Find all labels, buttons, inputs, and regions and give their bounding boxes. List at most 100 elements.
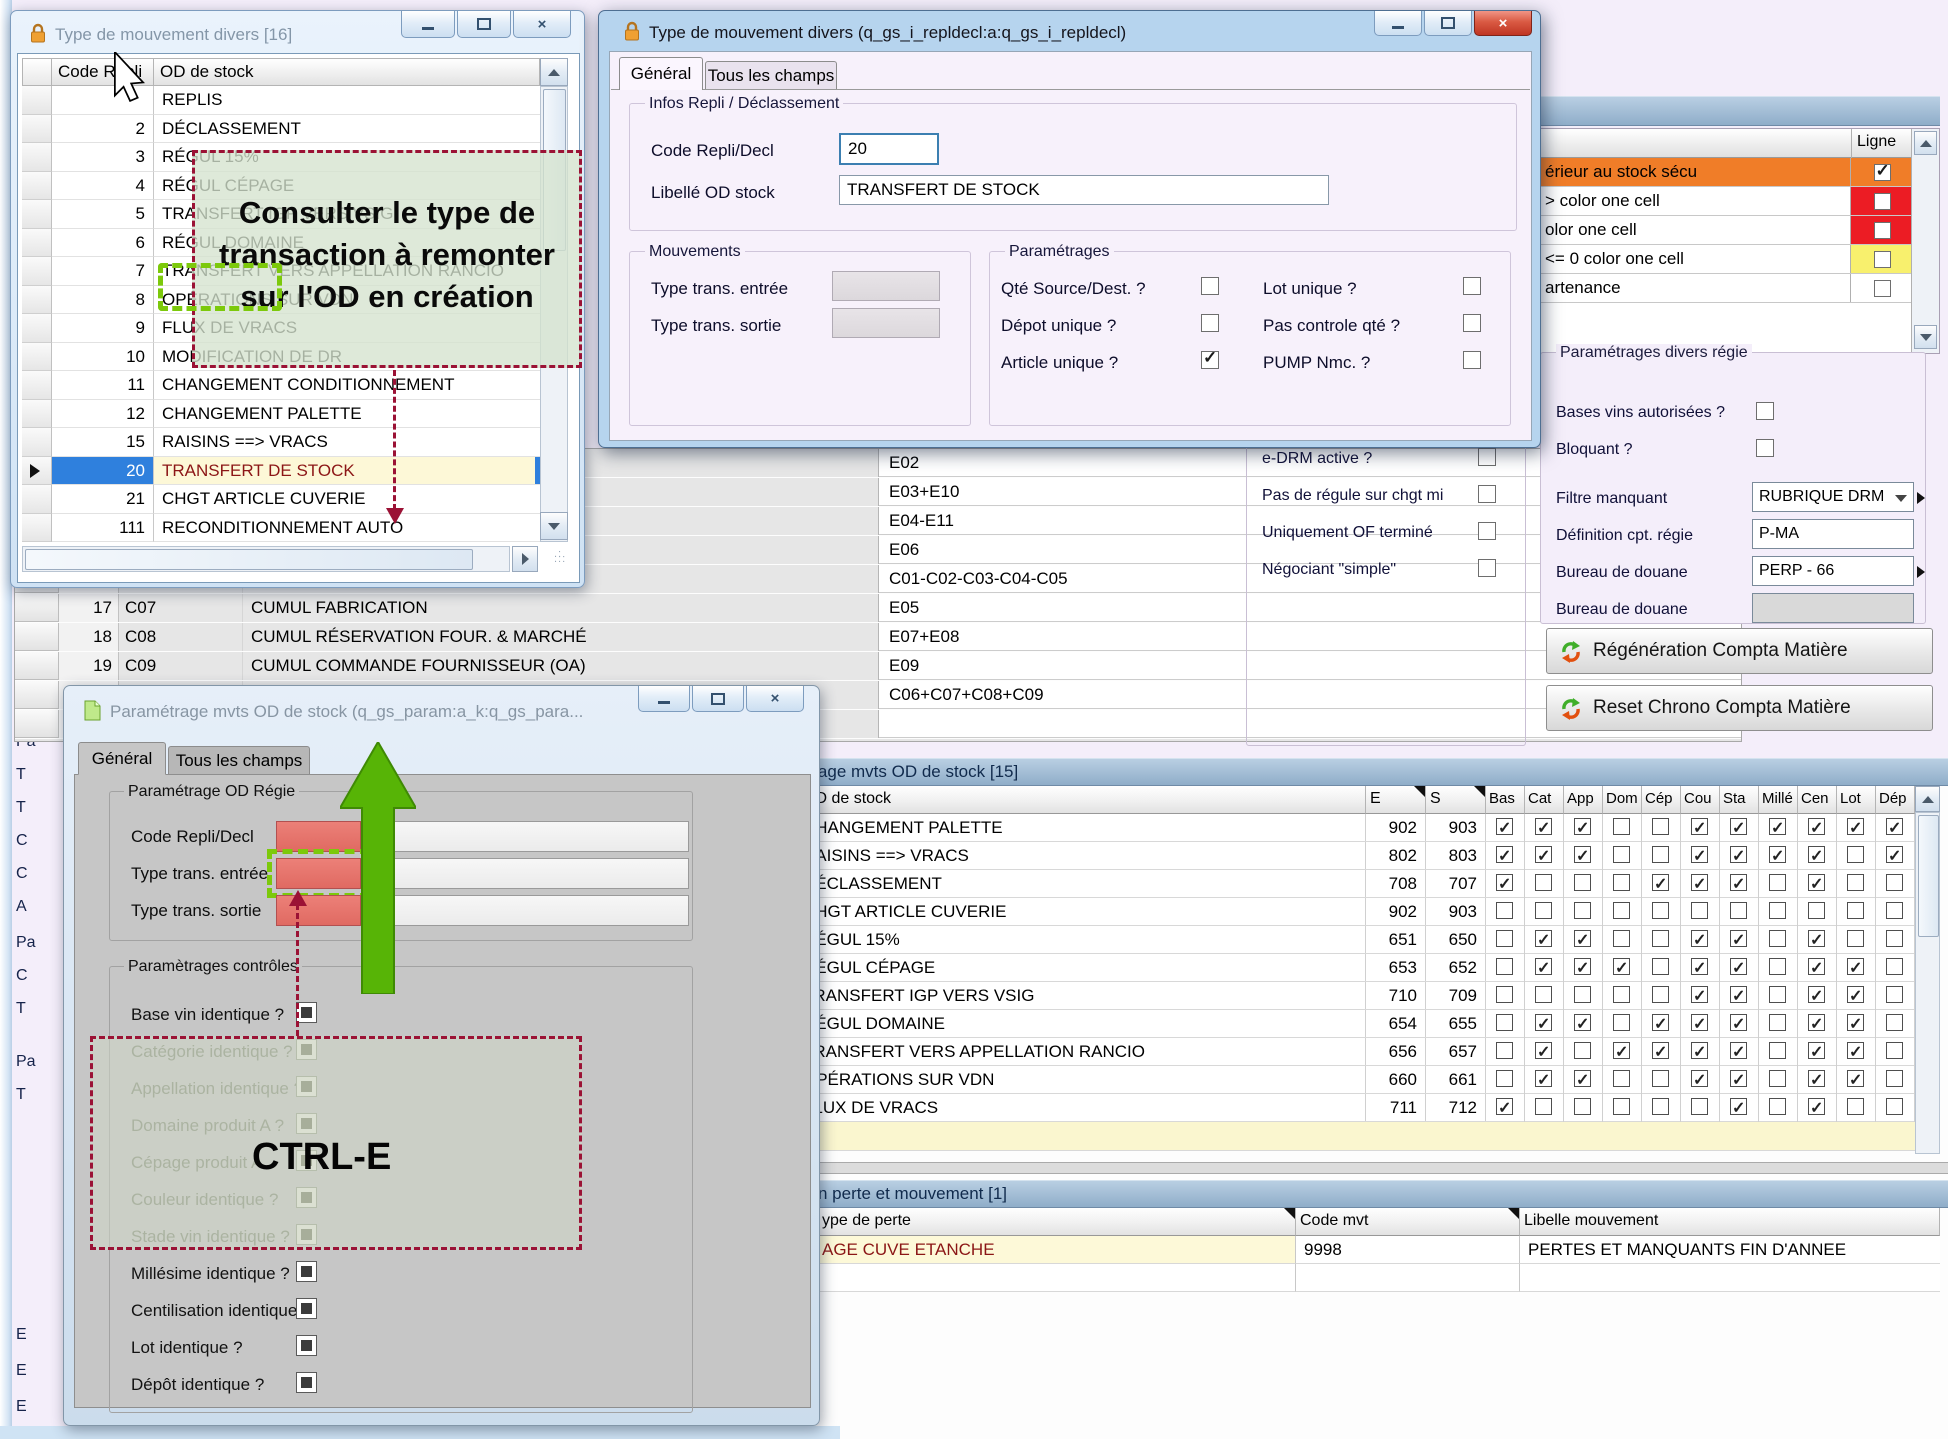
controle-checkbox[interactable] bbox=[296, 1335, 317, 1356]
tab-general[interactable]: Général bbox=[619, 57, 703, 90]
option-checkbox[interactable] bbox=[1478, 522, 1496, 540]
table-row[interactable]: OPÉRATIONS SUR VDN 660 661 bbox=[640, 1066, 1915, 1094]
grid-checkbox[interactable] bbox=[1603, 842, 1642, 870]
grid-checkbox[interactable] bbox=[1759, 898, 1798, 926]
option-checkbox[interactable] bbox=[1463, 277, 1481, 295]
table-row[interactable]: CHANGEMENT PALETTE 902 903 bbox=[640, 814, 1915, 842]
grid-checkbox[interactable] bbox=[1837, 814, 1876, 842]
list-row[interactable]: 111 RECONDITIONNEMENT AUTO bbox=[22, 514, 540, 543]
row-selector-cell[interactable] bbox=[22, 428, 52, 457]
color-rule-row[interactable]: artenance bbox=[1541, 274, 1913, 303]
grid-checkbox[interactable] bbox=[1798, 1066, 1837, 1094]
grid-checkbox[interactable] bbox=[1525, 926, 1564, 954]
grid-checkbox[interactable] bbox=[1603, 982, 1642, 1010]
grid-checkbox[interactable] bbox=[1720, 1094, 1759, 1122]
grid-checkbox[interactable] bbox=[1720, 870, 1759, 898]
grid-checkbox[interactable] bbox=[1720, 1038, 1759, 1066]
row-selector-cell[interactable] bbox=[22, 200, 52, 229]
list-row[interactable]: 2 DÉCLASSEMENT bbox=[22, 115, 540, 144]
perte-empty-row[interactable] bbox=[640, 1264, 1940, 1292]
grid-checkbox[interactable] bbox=[1759, 870, 1798, 898]
check-column-header[interactable]: Sta bbox=[1720, 786, 1759, 814]
grid-checkbox[interactable] bbox=[1525, 1010, 1564, 1038]
grid-checkbox[interactable] bbox=[1876, 842, 1915, 870]
od-column-header[interactable]: OD de stock bbox=[154, 58, 540, 86]
grid-checkbox[interactable] bbox=[1876, 1066, 1915, 1094]
grid-checkbox[interactable] bbox=[1564, 870, 1603, 898]
grid-checkbox[interactable] bbox=[1720, 814, 1759, 842]
grid-checkbox[interactable] bbox=[1681, 842, 1720, 870]
scroll-up-icon[interactable] bbox=[1914, 131, 1937, 155]
row-selector-cell[interactable] bbox=[22, 172, 52, 201]
row-selector-cell[interactable] bbox=[15, 652, 59, 680]
grid-checkbox[interactable] bbox=[1642, 814, 1681, 842]
grid-checkbox[interactable] bbox=[1603, 1094, 1642, 1122]
grid-checkbox[interactable] bbox=[1681, 982, 1720, 1010]
grid-checkbox[interactable] bbox=[1837, 926, 1876, 954]
grid-checkbox[interactable] bbox=[1564, 1038, 1603, 1066]
grid-checkbox[interactable] bbox=[1642, 954, 1681, 982]
scroll-up-icon[interactable] bbox=[1915, 786, 1940, 812]
grid-checkbox[interactable] bbox=[1876, 814, 1915, 842]
controle-checkbox[interactable] bbox=[296, 1372, 317, 1393]
description-field[interactable] bbox=[379, 895, 689, 926]
grid-checkbox[interactable] bbox=[1837, 982, 1876, 1010]
grid-checkbox[interactable] bbox=[1603, 898, 1642, 926]
scroll-right-icon[interactable] bbox=[512, 546, 538, 572]
list-hscrollbar[interactable] bbox=[22, 546, 510, 572]
grid-checkbox[interactable] bbox=[1603, 926, 1642, 954]
close-button[interactable]: × bbox=[746, 686, 804, 712]
e-column-header[interactable]: E bbox=[1366, 786, 1426, 814]
grid-checkbox[interactable] bbox=[1642, 1010, 1681, 1038]
option-checkbox[interactable] bbox=[1201, 277, 1219, 295]
grid-checkbox[interactable] bbox=[1759, 842, 1798, 870]
grid-checkbox[interactable] bbox=[1525, 814, 1564, 842]
grid-checkbox[interactable] bbox=[1681, 1010, 1720, 1038]
table-row[interactable]: FLUX DE VRACS 711 712 bbox=[640, 1094, 1915, 1122]
grid-checkbox[interactable] bbox=[1564, 954, 1603, 982]
field-control[interactable]: RUBRIQUE DRM bbox=[1752, 482, 1914, 512]
perte-row[interactable]: AGE CUVE ETANCHE 9998 PERTES ET MANQUANT… bbox=[640, 1236, 1940, 1264]
grid-checkbox[interactable] bbox=[1720, 1066, 1759, 1094]
grid-checkbox[interactable] bbox=[1876, 1094, 1915, 1122]
ligne-checkbox[interactable] bbox=[1874, 193, 1891, 210]
grid-checkbox[interactable] bbox=[1837, 1010, 1876, 1038]
row-selector-cell[interactable] bbox=[22, 400, 52, 429]
minimize-button[interactable] bbox=[638, 686, 690, 712]
compta-matiere-button[interactable]: Reset Chrono Compta Matière bbox=[1546, 685, 1933, 731]
grid-checkbox[interactable] bbox=[1876, 1010, 1915, 1038]
color-rule-row[interactable]: <= 0 color one cell bbox=[1541, 245, 1913, 274]
grid-checkbox[interactable] bbox=[1681, 954, 1720, 982]
row-selector-cell[interactable] bbox=[22, 485, 52, 514]
list-row[interactable]: 12 CHANGEMENT PALETTE bbox=[22, 400, 540, 429]
grid-checkbox[interactable] bbox=[1525, 1094, 1564, 1122]
option-checkbox[interactable] bbox=[1756, 402, 1774, 420]
row-selector-cell[interactable] bbox=[22, 115, 52, 144]
grid-checkbox[interactable] bbox=[1837, 1038, 1876, 1066]
grid-checkbox[interactable] bbox=[1603, 954, 1642, 982]
grid-checkbox[interactable] bbox=[1603, 1066, 1642, 1094]
grid-checkbox[interactable] bbox=[1564, 1010, 1603, 1038]
row-selector-cell[interactable] bbox=[15, 681, 59, 709]
grid-checkbox[interactable] bbox=[1837, 1094, 1876, 1122]
grid-checkbox[interactable] bbox=[1681, 870, 1720, 898]
grid-checkbox[interactable] bbox=[1564, 1066, 1603, 1094]
list-row[interactable]: 21 CHGT ARTICLE CUVERIE bbox=[22, 485, 540, 514]
check-column-header[interactable]: Cép bbox=[1642, 786, 1681, 814]
color-rule-row[interactable]: olor one cell bbox=[1541, 216, 1913, 245]
row-selector-cell[interactable] bbox=[15, 594, 59, 622]
grid-checkbox[interactable] bbox=[1603, 870, 1642, 898]
row-selector-cell[interactable] bbox=[22, 514, 52, 543]
option-checkbox[interactable] bbox=[1463, 314, 1481, 332]
grid-checkbox[interactable] bbox=[1720, 842, 1759, 870]
grid-checkbox[interactable] bbox=[1564, 1094, 1603, 1122]
grid-checkbox[interactable] bbox=[1876, 870, 1915, 898]
grid-checkbox[interactable] bbox=[1681, 926, 1720, 954]
grid-checkbox[interactable] bbox=[1837, 842, 1876, 870]
ligne-checkbox[interactable] bbox=[1874, 251, 1891, 268]
grid-checkbox[interactable] bbox=[1759, 1038, 1798, 1066]
tab-general[interactable]: Général bbox=[78, 742, 166, 775]
grid-checkbox[interactable] bbox=[1564, 842, 1603, 870]
maximize-button[interactable] bbox=[692, 686, 744, 712]
grid-checkbox[interactable] bbox=[1525, 982, 1564, 1010]
